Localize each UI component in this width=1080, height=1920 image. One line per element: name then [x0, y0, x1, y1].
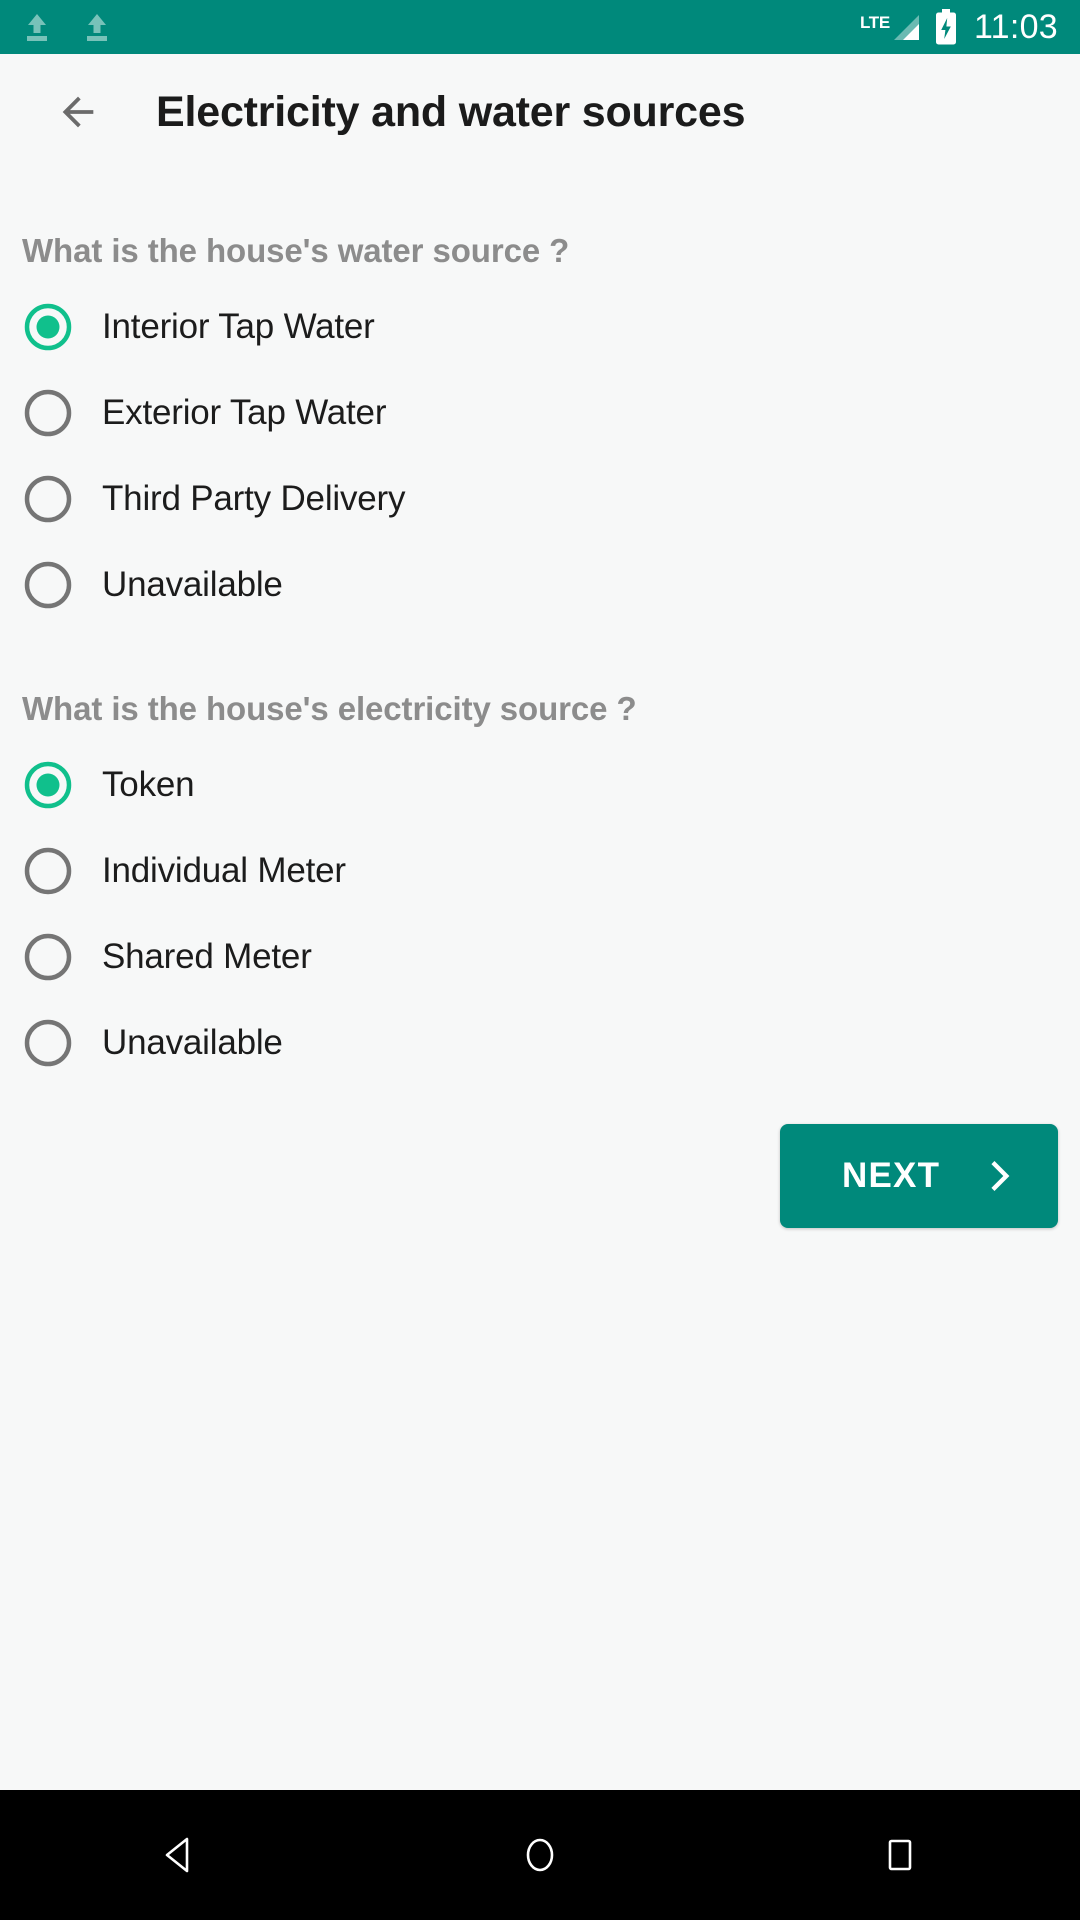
radio-button-unselected-icon[interactable] — [22, 845, 74, 897]
option-label: Interior Tap Water — [102, 307, 375, 346]
radio-group-water: What is the house's water source ? Inter… — [0, 170, 1080, 628]
next-button-label: NEXT — [842, 1156, 941, 1195]
next-button[interactable]: NEXT — [780, 1124, 1058, 1228]
radio-button-unselected-icon[interactable] — [22, 387, 74, 439]
radio-option-water-unavailable[interactable]: Unavailable — [0, 542, 1080, 628]
android-navigation-bar — [0, 1790, 1080, 1920]
option-label: Token — [102, 765, 195, 804]
radio-option-token[interactable]: Token — [0, 742, 1080, 828]
status-bar-right-icons: LTE 11:03 — [860, 9, 1058, 45]
option-label: Exterior Tap Water — [102, 393, 387, 432]
radio-button-selected-icon[interactable] — [22, 301, 74, 353]
signal-bars-icon: LTE — [860, 11, 920, 43]
option-list-water: Interior Tap Water Exterior Tap Water Th… — [0, 270, 1080, 628]
radio-button-unselected-icon[interactable] — [22, 931, 74, 983]
page-title: Electricity and water sources — [156, 87, 746, 136]
option-label: Individual Meter — [102, 851, 346, 890]
square-recents-icon — [888, 1839, 912, 1871]
radio-option-interior-tap-water[interactable]: Interior Tap Water — [0, 284, 1080, 370]
radio-button-unselected-icon[interactable] — [22, 473, 74, 525]
nav-back-button[interactable] — [110, 1790, 250, 1920]
radio-button-unselected-icon[interactable] — [22, 559, 74, 611]
option-list-electricity: Token Individual Meter Shared Meter Unav… — [0, 728, 1080, 1086]
option-label: Shared Meter — [102, 937, 312, 976]
back-button[interactable] — [46, 80, 110, 144]
next-button-row: NEXT — [0, 1086, 1080, 1228]
triangle-back-icon — [165, 1837, 189, 1873]
battery-charging-icon — [934, 9, 958, 45]
option-label: Third Party Delivery — [102, 479, 406, 518]
option-label: Unavailable — [102, 565, 283, 604]
status-bar-clock: 11:03 — [973, 8, 1058, 46]
radio-button-unselected-icon[interactable] — [22, 1017, 74, 1069]
radio-option-third-party-delivery[interactable]: Third Party Delivery — [0, 456, 1080, 542]
radio-option-individual-meter[interactable]: Individual Meter — [0, 828, 1080, 914]
form-content: What is the house's water source ? Inter… — [0, 170, 1080, 1790]
radio-option-exterior-tap-water[interactable]: Exterior Tap Water — [0, 370, 1080, 456]
radio-group-electricity: What is the house's electricity source ?… — [0, 628, 1080, 1086]
radio-button-selected-icon[interactable] — [22, 759, 74, 811]
upload-arrow-icon — [82, 11, 112, 43]
nav-recents-button[interactable] — [830, 1790, 970, 1920]
question-label-water: What is the house's water source ? — [22, 232, 570, 269]
nav-home-button[interactable] — [470, 1790, 610, 1920]
status-bar-left-icons — [22, 11, 112, 43]
upload-arrow-icon — [22, 11, 52, 43]
chevron-right-icon — [991, 1161, 1010, 1191]
option-label: Unavailable — [102, 1023, 283, 1062]
phone-screen: LTE 11:03 Electricity and water sources — [0, 0, 1080, 1920]
radio-option-electricity-unavailable[interactable]: Unavailable — [0, 1000, 1080, 1086]
question-label-electricity: What is the house's electricity source ? — [22, 690, 637, 727]
status-bar: LTE 11:03 — [0, 0, 1080, 54]
radio-option-shared-meter[interactable]: Shared Meter — [0, 914, 1080, 1000]
network-type-label: LTE — [859, 13, 890, 32]
arrow-left-icon — [62, 96, 94, 128]
app-bar: Electricity and water sources — [0, 54, 1080, 170]
circle-home-icon — [526, 1838, 554, 1872]
